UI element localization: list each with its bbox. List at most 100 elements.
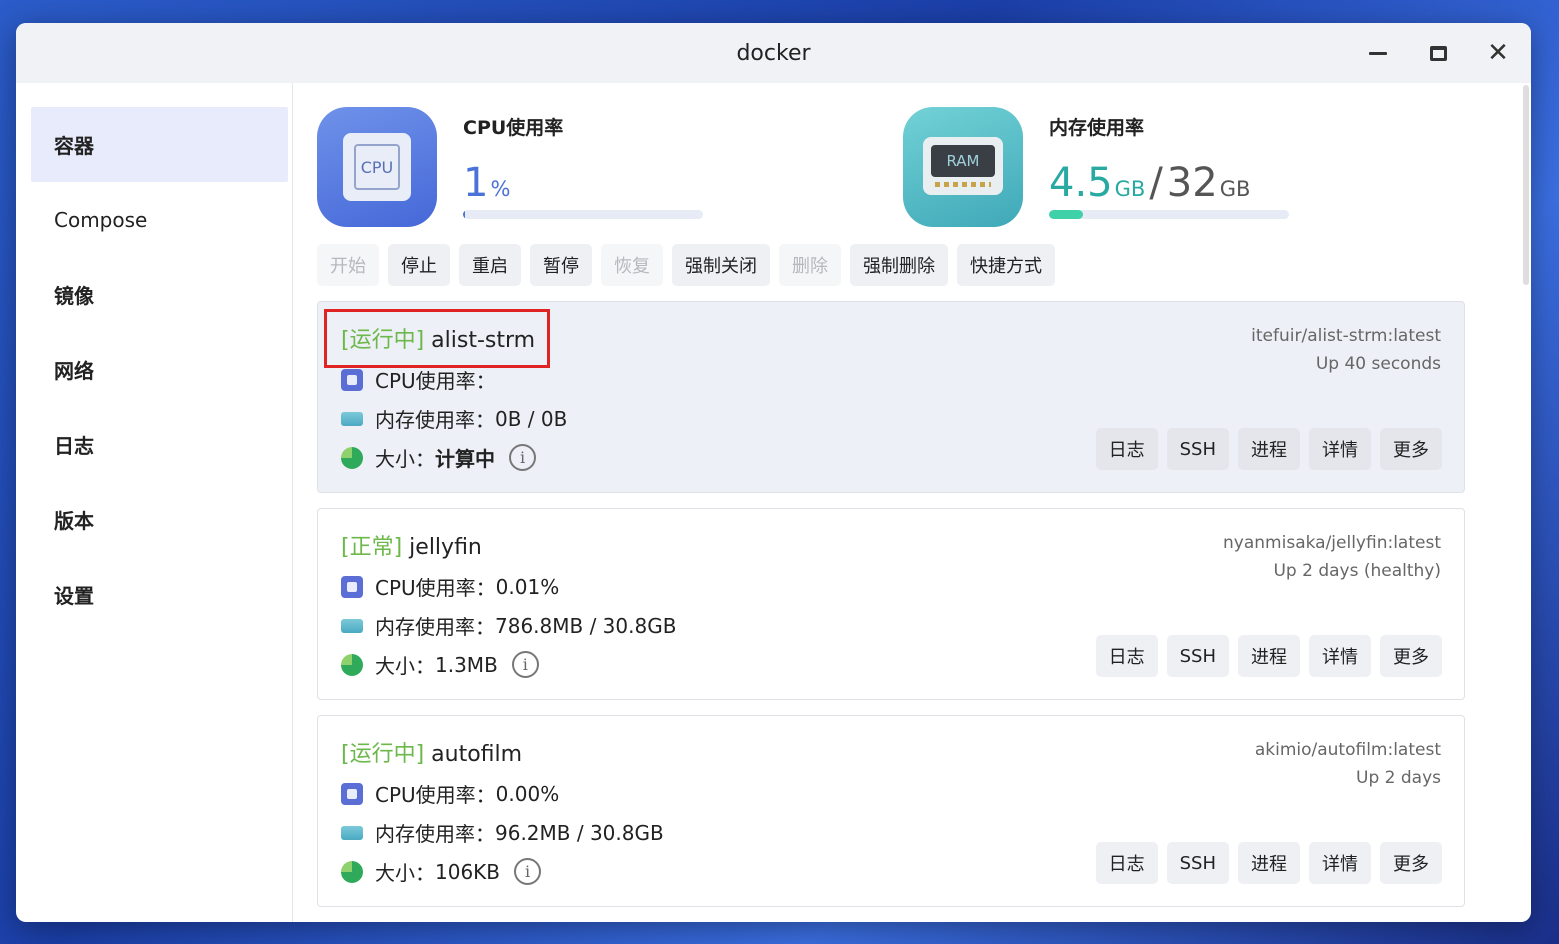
ssh-button[interactable]: SSH [1166, 428, 1229, 470]
delete-button[interactable]: 删除 [779, 244, 841, 286]
container-image: akimio/autofilm:latest [1254, 740, 1441, 760]
details-button[interactable]: 详情 [1309, 842, 1371, 884]
sidebar-item-label: Compose [54, 207, 148, 232]
sidebar-item-label: 网络 [54, 359, 94, 383]
sidebar-item-containers[interactable]: 容器 [31, 107, 288, 182]
cpu-icon [341, 782, 363, 805]
resume-button[interactable]: 恢复 [601, 244, 663, 286]
app-window: docker ✕ 容器 Compose 镜像 网络 日志 版本 设置 CPU C… [16, 23, 1531, 922]
cpu-stat: CPU CPU使用率 1% [317, 107, 903, 227]
cpu-icon [341, 368, 363, 391]
stop-button[interactable]: 停止 [388, 244, 450, 286]
size-value: 106KB [435, 859, 501, 884]
sidebar-item-label: 容器 [54, 134, 94, 158]
cpu-usage-value: 1% [463, 160, 511, 206]
details-button[interactable]: 详情 [1309, 428, 1371, 470]
sidebar-item-compose[interactable]: Compose [31, 182, 288, 257]
pie-chart-icon [341, 653, 363, 676]
maximize-icon [1429, 45, 1447, 61]
window-controls: ✕ [1363, 23, 1513, 83]
title-bar: docker ✕ [16, 23, 1531, 83]
maximize-button[interactable] [1423, 38, 1453, 68]
size-value: 1.3MB [435, 652, 498, 677]
restart-button[interactable]: 重启 [459, 244, 521, 286]
logs-button[interactable]: 日志 [1095, 842, 1158, 884]
container-status: [正常] [341, 535, 403, 560]
minimize-button[interactable] [1363, 38, 1393, 68]
container-actions: 日志 SSH 进程 详情 更多 [1095, 428, 1442, 470]
memory-value: 0B / 0B [495, 406, 568, 431]
cpu-usage-label: CPU使用率 [463, 117, 564, 139]
scrollbar[interactable] [1523, 85, 1529, 285]
ram-icon: RAM [903, 107, 1023, 227]
more-button[interactable]: 更多 [1380, 635, 1442, 677]
pie-chart-icon [341, 860, 363, 883]
main-content: CPU CPU使用率 1% RAM 内存使用率 4.5 GB / 32 GB 开… [293, 83, 1531, 922]
memory-icon [341, 618, 363, 633]
cpu-value: 0.01% [495, 574, 560, 599]
window-title: docker [736, 40, 811, 66]
usage-stats: CPU CPU使用率 1% RAM 内存使用率 4.5 GB / 32 GB [317, 83, 1489, 227]
more-button[interactable]: 更多 [1380, 842, 1442, 884]
shortcut-button[interactable]: 快捷方式 [957, 244, 1055, 286]
info-icon[interactable]: i [514, 858, 542, 885]
container-list: [运行中] alist-strm CPU使用率： 内存使用率：0B / 0B [317, 301, 1489, 907]
sidebar-item-network[interactable]: 网络 [31, 332, 288, 407]
force-stop-button[interactable]: 强制关闭 [672, 244, 770, 286]
highlight-box [324, 309, 551, 368]
processes-button[interactable]: 进程 [1238, 842, 1300, 884]
sidebar-item-label: 版本 [54, 509, 94, 533]
sidebar-item-settings[interactable]: 设置 [31, 557, 288, 632]
container-uptime: Up 2 days (healthy) [1273, 561, 1441, 581]
memory-usage-value: 4.5 GB / 32 GB [1049, 160, 1251, 206]
cpu-icon [341, 575, 363, 598]
close-icon: ✕ [1487, 38, 1509, 68]
container-card[interactable]: [运行中] alist-strm CPU使用率： 内存使用率：0B / 0B [317, 301, 1465, 493]
processes-button[interactable]: 进程 [1238, 428, 1300, 470]
cpu-chip-icon: CPU [317, 107, 437, 227]
container-toolbar: 开始 停止 重启 暂停 恢复 强制关闭 删除 强制删除 快捷方式 [317, 244, 1489, 286]
pie-chart-icon [341, 446, 363, 469]
sidebar-item-version[interactable]: 版本 [31, 482, 288, 557]
memory-usage-label: 内存使用率 [1049, 117, 1145, 139]
memory-value: 96.2MB / 30.8GB [495, 820, 664, 845]
force-delete-button[interactable]: 强制删除 [850, 244, 948, 286]
logs-button[interactable]: 日志 [1095, 428, 1158, 470]
logs-button[interactable]: 日志 [1095, 635, 1158, 677]
container-uptime: Up 40 seconds [1315, 354, 1441, 374]
container-card[interactable]: [正常] jellyfin CPU使用率： 0.01% 内存使用率： 786.8MB… [317, 508, 1465, 700]
memory-icon [341, 825, 363, 840]
container-title: [运行中] alist-strm [324, 309, 551, 368]
start-button[interactable]: 开始 [317, 244, 379, 286]
ssh-button[interactable]: SSH [1166, 635, 1229, 677]
sidebar-item-logs[interactable]: 日志 [31, 407, 288, 482]
container-title: [运行中] autofilm [341, 736, 522, 768]
container-card[interactable]: [运行中] autofilm CPU使用率： 0.00% 内存使用率： 96.2MB… [317, 715, 1465, 907]
processes-button[interactable]: 进程 [1238, 635, 1300, 677]
sidebar: 容器 Compose 镜像 网络 日志 版本 设置 [16, 83, 293, 922]
memory-value: 786.8MB / 30.8GB [495, 613, 677, 638]
container-image: nyanmisaka/jellyfin:latest [1223, 533, 1441, 553]
details-button[interactable]: 详情 [1309, 635, 1371, 677]
minimize-icon [1369, 51, 1387, 55]
sidebar-item-images[interactable]: 镜像 [31, 257, 288, 332]
container-actions: 日志 SSH 进程 详情 更多 [1095, 635, 1442, 677]
container-title: [正常] jellyfin [341, 529, 482, 561]
ssh-button[interactable]: SSH [1166, 842, 1229, 884]
more-button[interactable]: 更多 [1380, 428, 1442, 470]
container-uptime: Up 2 days [1356, 768, 1441, 788]
sidebar-item-label: 镜像 [54, 284, 94, 308]
container-actions: 日志 SSH 进程 详情 更多 [1095, 842, 1442, 884]
container-name: autofilm [431, 742, 523, 767]
cpu-value: 0.00% [495, 781, 560, 806]
close-button[interactable]: ✕ [1483, 38, 1513, 68]
info-icon[interactable]: i [509, 444, 536, 471]
container-status: [运行中] [341, 742, 425, 767]
memory-stat: RAM 内存使用率 4.5 GB / 32 GB [903, 107, 1489, 227]
size-value: 计算中 [435, 447, 495, 471]
container-name: jellyfin [409, 535, 482, 560]
memory-usage-bar [1049, 210, 1289, 219]
pause-button[interactable]: 暂停 [530, 244, 592, 286]
memory-icon [341, 411, 363, 426]
info-icon[interactable]: i [511, 651, 539, 678]
